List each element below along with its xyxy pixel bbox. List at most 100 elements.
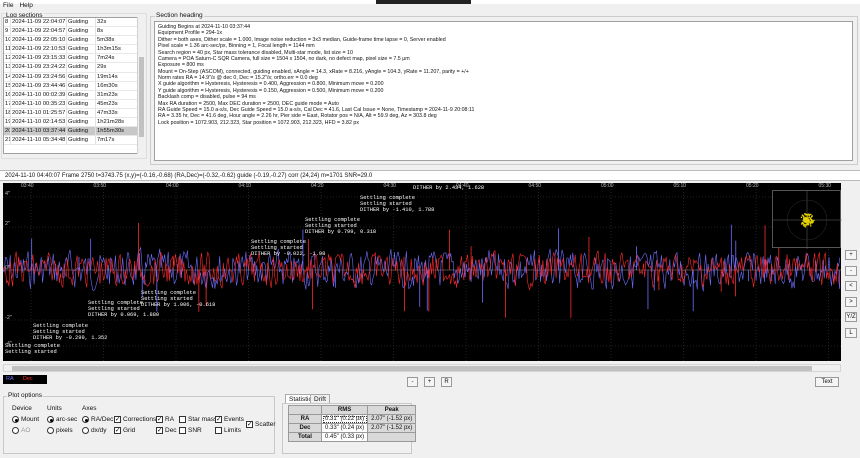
graph-legend: RA Dec <box>3 375 47 384</box>
units-label: Units <box>47 405 62 412</box>
scatter-point <box>802 220 805 222</box>
scatter-point <box>806 219 808 221</box>
log-section-row[interactable]: 20 2024-11-10 03:37:44 Guiding 1h55m30s <box>4 127 143 137</box>
hscroll-thumb[interactable] <box>12 366 812 371</box>
tab-drift[interactable]: Drift <box>310 394 330 403</box>
log-row-number: 9 <box>4 27 11 36</box>
log-row-duration: 16m30s <box>97 82 118 89</box>
device-ao-radio[interactable]: AO <box>12 427 30 434</box>
scrollbar-thumb[interactable] <box>139 57 144 137</box>
y-zoom-button[interactable]: Y/Z <box>845 312 857 322</box>
device-mount-radio[interactable]: Mount <box>12 416 39 423</box>
log-row-date: 2024-11-10 02:14:53 <box>12 118 67 127</box>
log-row-number: 18 <box>5 108 11 118</box>
reset-zoom-button[interactable]: R <box>441 377 452 387</box>
dec-checkbox[interactable]: Dec <box>156 426 177 434</box>
menu-file[interactable]: File <box>3 2 13 10</box>
title-bar <box>0 0 860 4</box>
log-section-row[interactable]: 10 2024-11-09 22:05:10 Guiding 5m38s <box>4 36 143 46</box>
log-section-row[interactable]: 18 2024-11-10 01:25:57 Guiding 47m33s <box>4 108 143 119</box>
stats-header-rms: RMS <box>320 405 369 415</box>
log-row-number: 15 <box>5 81 11 90</box>
graph-zoom-out-button[interactable]: - <box>845 265 857 276</box>
log-section-row[interactable]: 21 2024-11-10 05:34:48 Guiding 7m17s <box>4 136 143 146</box>
axes-dxdy-radio[interactable]: dx/dy <box>82 427 107 434</box>
scroll-right-button[interactable]: > <box>845 296 857 307</box>
events-checkbox[interactable]: Events <box>215 415 244 423</box>
text-button[interactable]: Text <box>815 377 839 387</box>
scatter-point <box>813 219 815 222</box>
stats-row-total-peak[interactable] <box>367 432 417 442</box>
annotation-line: DITHER by -0.299, 1.352 <box>33 335 108 341</box>
log-section-row[interactable]: 8 2024-11-09 22:04:07 Guiding 32s <box>4 18 143 28</box>
log-row-date: 2024-11-09 22:05:10 <box>12 36 67 45</box>
stats-row-dec-name: Dec <box>288 423 322 433</box>
stats-row-ra-rms[interactable]: 0.31" (0.22 px) <box>320 414 369 424</box>
stats-row-dec-rms[interactable]: 0.33" (0.24 px) <box>320 423 369 433</box>
legend-ra: RA <box>6 376 14 382</box>
log-sections-list[interactable]: 8 2024-11-09 22:04:07 Guiding 32s 9 2024-11-0… <box>3 17 144 154</box>
statistics-table: RMS Peak RA 0.31" (0.22 px) 2.07" (-1.52… <box>288 405 417 442</box>
time-tick-label: 05:00 <box>601 183 614 189</box>
log-section-row[interactable]: 12 2024-11-09 23:15:33 Guiding 7m24s <box>4 54 143 64</box>
log-section-row[interactable]: 14 2024-11-09 23:24:56 Guiding 19m14s <box>4 72 143 82</box>
log-section-row[interactable]: 15 2024-11-09 23:44:46 Guiding 16m30s <box>4 81 143 91</box>
log-row-duration: 1h3m15s <box>97 46 121 53</box>
length-button[interactable]: L <box>845 327 857 338</box>
log-section-row[interactable]: 9 2024-11-09 22:04:57 Guiding 8s <box>4 27 143 37</box>
scatter-point <box>808 214 810 217</box>
log-row-number: 11 <box>5 45 11 54</box>
ra-checkbox[interactable]: RA <box>156 415 174 423</box>
axes-radec-radio[interactable]: RA/Dec <box>82 416 113 423</box>
zoom-out-button[interactable]: - <box>407 377 418 387</box>
graph-horizontal-scrollbar[interactable] <box>3 364 841 372</box>
time-tick-label: 05:10 <box>673 183 687 189</box>
snr-checkbox[interactable]: SNR <box>179 427 202 434</box>
units-pixels-radio[interactable]: pixels <box>47 427 73 434</box>
stats-row-total-rms[interactable]: 0.45" (0.33 px) <box>320 432 369 442</box>
menu-help[interactable]: Help <box>19 2 32 10</box>
window-title-strip <box>376 0 471 4</box>
corrections-checkbox[interactable]: Corrections <box>114 415 157 423</box>
log-row-date: 2024-11-09 23:15:33 <box>12 54 67 63</box>
stats-header-peak: Peak <box>367 405 417 415</box>
check-mark <box>215 427 222 434</box>
log-section-row[interactable]: 19 2024-11-10 02:14:53 Guiding 1h21m28s <box>4 118 143 128</box>
log-row-date: 2024-11-09 22:04:57 <box>12 27 67 36</box>
log-section-row[interactable]: 11 2024-11-09 22:10:53 Guiding 1h3m15s <box>4 45 143 55</box>
log-section-row[interactable]: 17 2024-11-10 00:35:23 Guiding 45m23s <box>4 99 143 109</box>
section-heading-text[interactable]: Guiding Begins at 2024-11-10 03:37:44 Equ… <box>154 21 853 161</box>
limits-checkbox[interactable]: Limits <box>215 427 241 434</box>
stats-row-dec-peak[interactable]: 2.07" (-1.52 px) <box>367 423 417 433</box>
scroll-left-button[interactable]: < <box>845 281 857 291</box>
plot-options-group <box>3 396 275 454</box>
log-row-duration: 7m17s <box>97 137 115 144</box>
guide-graph[interactable]: 03:40 03:50 04:00 04:10 04:20 04:30 04:40 04:50… <box>3 183 841 361</box>
zoom-in-button[interactable]: + <box>424 377 435 387</box>
stats-row-ra-peak[interactable]: 2.07" (-1.52 px) <box>367 414 417 424</box>
log-row-duration: 5m38s <box>97 37 115 44</box>
check-mark <box>215 415 222 423</box>
log-row-duration: 32s <box>97 19 107 25</box>
log-section-row[interactable]: 13 2024-11-09 23:24:22 Guiding 29s <box>4 63 143 73</box>
log-row-number: 12 <box>5 54 11 63</box>
stats-row-ra-name: RA <box>288 414 322 424</box>
scatter-point <box>807 220 810 223</box>
log-list-scrollbar[interactable] <box>137 17 144 154</box>
grid-checkbox[interactable]: Grid <box>114 426 135 434</box>
scatter-checkbox[interactable]: Scatter <box>246 420 276 428</box>
units-arcsec-radio[interactable]: arc-sec <box>47 416 77 423</box>
log-section-row[interactable]: 16 2024-11-10 00:02:39 Guiding 31m23s <box>4 90 143 100</box>
graph-zoom-in-button[interactable]: + <box>845 250 857 260</box>
log-row-type: Guiding <box>67 127 96 136</box>
log-row-number: 19 <box>5 118 11 127</box>
axes-radec-label: RA/Dec <box>91 416 114 423</box>
log-row-date: 2024-11-09 23:44:46 <box>12 81 67 90</box>
graph-event-annotation: DITHER by 2.434, 1.628 <box>413 185 484 191</box>
scatter-point <box>809 218 812 220</box>
limits-label: Limits <box>224 427 241 434</box>
corrections-label: Corrections <box>123 416 157 423</box>
star-mass-checkbox[interactable]: Star mass <box>179 416 217 423</box>
scatter-point <box>809 223 812 225</box>
time-tick-label: 04:20 <box>311 183 324 189</box>
